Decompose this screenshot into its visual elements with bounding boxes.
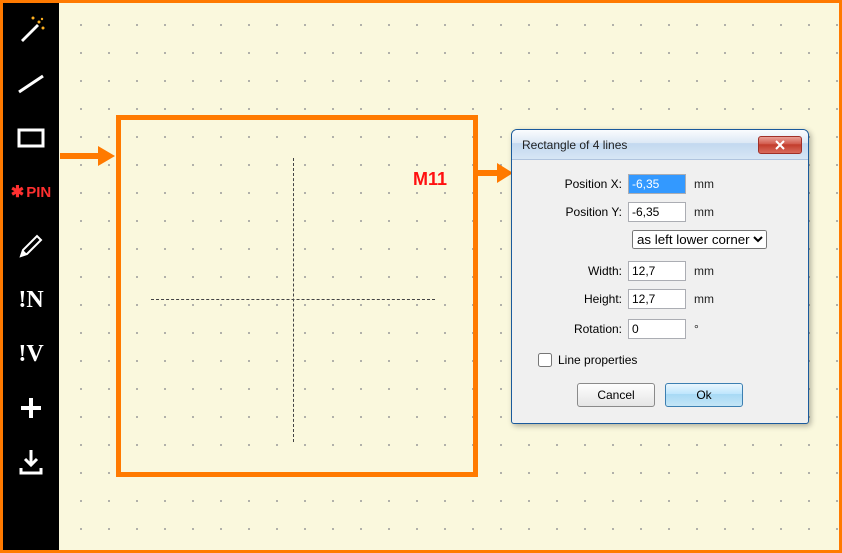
in-label-tool[interactable]: !N — [3, 273, 59, 327]
width-input[interactable] — [628, 261, 686, 281]
rotation-input[interactable] — [628, 319, 686, 339]
unit-mm: mm — [694, 264, 714, 278]
rectangle-icon — [15, 122, 47, 154]
download-icon — [15, 446, 47, 478]
dialog-title: Rectangle of 4 lines — [522, 138, 758, 152]
height-label: Height: — [532, 292, 628, 306]
width-label: Width: — [532, 264, 628, 278]
unit-mm: mm — [694, 177, 714, 191]
unit-mm: mm — [694, 292, 714, 306]
close-icon — [774, 140, 786, 150]
rectangle-tool[interactable] — [3, 111, 59, 165]
dialog-titlebar[interactable]: Rectangle of 4 lines — [512, 130, 808, 160]
unit-mm: mm — [694, 205, 714, 219]
position-y-input[interactable] — [628, 202, 686, 222]
annotation-label: M11 — [413, 169, 447, 190]
pencil-icon — [15, 230, 47, 262]
vertical-toolbar: ✱PIN !N !V — [3, 3, 59, 550]
line-icon — [15, 68, 47, 100]
iv-label-tool[interactable]: !V — [3, 327, 59, 381]
line-properties-label: Line properties — [558, 353, 637, 367]
pin-icon: ✱PIN — [11, 182, 51, 202]
pencil-tool[interactable] — [3, 219, 59, 273]
height-input[interactable] — [628, 289, 686, 309]
position-x-input[interactable] — [628, 174, 686, 194]
arrow-canvas-to-dialog — [477, 158, 513, 188]
arrow-tool-to-canvas — [60, 141, 116, 171]
plus-icon — [15, 392, 47, 424]
rectangle-properties-dialog: Rectangle of 4 lines Position X: mm Posi… — [511, 129, 809, 424]
magic-wand-icon — [15, 14, 47, 46]
unit-degree: ° — [694, 322, 699, 336]
rotation-label: Rotation: — [532, 322, 628, 336]
close-button[interactable] — [758, 136, 802, 154]
plus-tool[interactable] — [3, 381, 59, 435]
position-x-label: Position X: — [532, 177, 628, 191]
line-tool[interactable] — [3, 57, 59, 111]
crosshair-horizontal — [151, 299, 435, 300]
pin-tool[interactable]: ✱PIN — [3, 165, 59, 219]
ok-button[interactable]: Ok — [665, 383, 743, 407]
cancel-button[interactable]: Cancel — [577, 383, 655, 407]
position-y-label: Position Y: — [532, 205, 628, 219]
line-properties-checkbox[interactable] — [538, 353, 552, 367]
anchor-select[interactable]: as left lower corner — [632, 230, 767, 249]
magic-wand-tool[interactable] — [3, 3, 59, 57]
download-tool[interactable] — [3, 435, 59, 489]
crosshair-vertical — [293, 158, 294, 442]
